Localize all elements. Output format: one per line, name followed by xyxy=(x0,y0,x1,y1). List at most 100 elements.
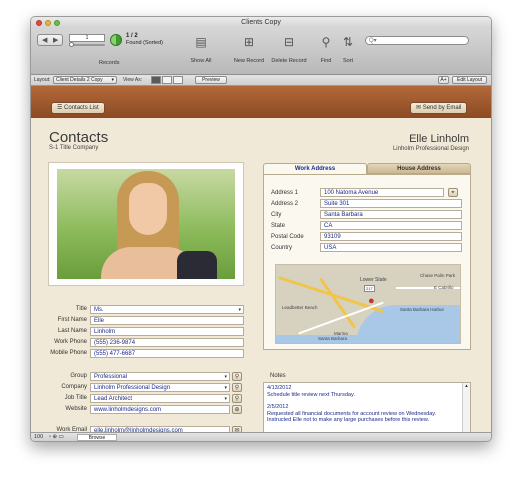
notes-textarea[interactable]: 4/13/2012 Schedule title review next Thu… xyxy=(263,382,471,438)
address-map-button[interactable]: ⌖ xyxy=(448,188,458,197)
chevron-down-icon: ▾ xyxy=(238,307,241,313)
country-field[interactable]: USA xyxy=(320,243,462,252)
window-title: Clients Copy xyxy=(241,19,281,26)
company-value: Linholm Professional Design xyxy=(94,385,171,391)
chevron-down-icon: ▾ xyxy=(111,77,114,83)
records-label: Records xyxy=(99,60,120,66)
title-field[interactable]: Ms. ▾ xyxy=(90,305,244,314)
city-field[interactable]: Santa Barbara xyxy=(320,210,462,219)
job-title-label: Job Title xyxy=(64,395,87,401)
delete-record-button[interactable]: ⊟ Delete Record xyxy=(269,33,309,71)
record-nav-buttons[interactable]: ◀ ▶ xyxy=(37,34,63,46)
record-content: Contacts S-1 Title Company Elle Linholm … xyxy=(31,118,491,438)
group-field[interactable]: Professional ▾ xyxy=(90,372,230,381)
contacts-list-label: Contacts List xyxy=(64,105,99,111)
app-window: Clients Copy ◀ ▶ 1 1 / 2 Found (Sorted) … xyxy=(30,16,492,442)
send-by-email-button[interactable]: ✉ Send by Email xyxy=(410,102,468,114)
group-label: Group xyxy=(70,373,87,379)
map-label-e-cabrillo: E Cabrillo xyxy=(434,285,454,290)
work-phone-label: Work Phone xyxy=(54,339,87,345)
next-record-icon[interactable]: ▶ xyxy=(53,36,58,44)
view-as-form-button[interactable] xyxy=(151,76,161,84)
zoom-level[interactable]: 100 xyxy=(34,434,43,440)
preview-button[interactable]: Preview xyxy=(195,76,227,84)
mode-indicator[interactable]: Browse xyxy=(77,434,117,441)
email-icon: ✉ xyxy=(416,105,423,111)
last-name-field[interactable]: Linholm xyxy=(90,327,244,336)
note-line: Instructed Elle not to make any large pu… xyxy=(267,417,430,423)
contacts-list-button[interactable]: ☰ Contacts List xyxy=(51,102,105,114)
job-title-field[interactable]: Lead Architect ▾ xyxy=(90,394,230,403)
contact-full-name: Elle Linholm xyxy=(409,133,469,145)
group-search-button[interactable]: ⚲ xyxy=(232,372,242,381)
contact-company-subtitle: Linholm Professional Design xyxy=(392,146,469,152)
found-count: 1 / 2 xyxy=(126,33,138,39)
chevron-down-icon: ▾ xyxy=(224,374,227,380)
header-band: ☰ Contacts List ✉ Send by Email xyxy=(31,86,491,118)
city-label: City xyxy=(271,212,282,218)
edit-layout-button[interactable]: Edit Layout xyxy=(452,76,487,84)
quick-find-input[interactable]: Q▾ xyxy=(365,36,469,45)
chevron-down-icon: ▾ xyxy=(224,396,227,402)
contact-photo[interactable] xyxy=(57,169,235,279)
open-website-button[interactable]: ⊕ xyxy=(232,405,242,414)
notes-label: Notes xyxy=(270,373,286,379)
address1-field[interactable]: 100 Natoma Avenue xyxy=(320,188,444,197)
state-field[interactable]: CA xyxy=(320,221,462,230)
state-label: State xyxy=(271,223,286,229)
tab-work-address[interactable]: Work Address xyxy=(263,163,367,174)
first-name-field[interactable]: Elle xyxy=(90,316,244,325)
company-label: Company xyxy=(61,384,87,390)
company-search-button[interactable]: ⚲ xyxy=(232,383,242,392)
view-as-table-button[interactable] xyxy=(173,76,183,84)
layout-select[interactable]: Client Details 2 Copy ▾ xyxy=(53,76,117,84)
new-record-button[interactable]: ⊞ New Record xyxy=(229,33,269,71)
previous-record-icon[interactable]: ◀ xyxy=(42,36,47,44)
map-label-chase-palm-park: Chase Palm Park xyxy=(420,273,456,278)
record-slider[interactable] xyxy=(69,44,105,46)
zoom-controls-icon[interactable]: ▫ ⊕ ▭ xyxy=(49,434,64,440)
job-title-value: Lead Architect xyxy=(94,396,133,402)
sort-label: Sort xyxy=(342,58,354,64)
work-phone-field[interactable]: (555) 236-9874 xyxy=(90,338,244,347)
globe-icon: ⊕ xyxy=(234,407,240,413)
format-bar-button[interactable]: A+ xyxy=(438,76,449,84)
current-record-field[interactable]: 1 xyxy=(69,34,105,42)
postal-code-label: Postal Code xyxy=(271,234,304,240)
record-slider-knob[interactable] xyxy=(69,42,74,47)
show-all-icon: ▤ xyxy=(195,35,207,49)
country-label: Country xyxy=(271,245,293,251)
last-name-label: Last Name xyxy=(57,328,87,334)
new-record-label: New Record xyxy=(233,58,265,64)
map-road-shield: 217 xyxy=(364,285,375,292)
page-title: Contacts xyxy=(49,129,109,146)
new-record-icon: ⊞ xyxy=(243,35,255,49)
map-label-santa-barbara: Santa Barbara xyxy=(318,336,348,341)
scroll-up-icon[interactable]: ▴ xyxy=(463,383,470,389)
show-all-button[interactable]: ▤ Show All xyxy=(181,33,221,71)
postal-code-field[interactable]: 93109 xyxy=(320,232,462,241)
address2-field[interactable]: Suite 301 xyxy=(320,199,462,208)
contact-photo-container[interactable] xyxy=(48,162,244,286)
search-icon: ⚲ xyxy=(234,385,240,391)
view-as-list-button[interactable] xyxy=(162,76,172,84)
address-map[interactable]: ● Lower State Chase Palm Park E Cabrillo… xyxy=(275,264,461,344)
tab-house-address[interactable]: House Address xyxy=(367,163,471,174)
title-bar: Clients Copy xyxy=(31,17,491,29)
notes-scrollbar[interactable]: ▴ ▾ xyxy=(462,383,470,437)
website-field[interactable]: www.linholmdesigns.com xyxy=(90,405,230,414)
found-set-pie-icon xyxy=(110,34,122,46)
company-field[interactable]: Linholm Professional Design ▾ xyxy=(90,383,230,392)
show-all-label: Show All xyxy=(190,58,212,64)
sort-button[interactable]: ⇅ Sort xyxy=(328,33,368,71)
map-label-lower-state: Lower State xyxy=(360,277,387,283)
status-bar: 100 ▫ ⊕ ▭ Browse xyxy=(31,432,491,441)
toolbar: ◀ ▶ 1 1 / 2 Found (Sorted) Records ▤ Sho… xyxy=(31,29,491,75)
sort-icon: ⇅ xyxy=(342,35,354,49)
job-title-search-button[interactable]: ⚲ xyxy=(232,394,242,403)
layout-bar: Layout: Client Details 2 Copy ▾ View As:… xyxy=(31,75,491,86)
delete-record-label: Delete Record xyxy=(271,58,307,64)
mobile-phone-field[interactable]: (555) 477-6687 xyxy=(90,349,244,358)
photo-face-shape xyxy=(129,183,167,235)
view-as-label: View As: xyxy=(123,77,143,83)
